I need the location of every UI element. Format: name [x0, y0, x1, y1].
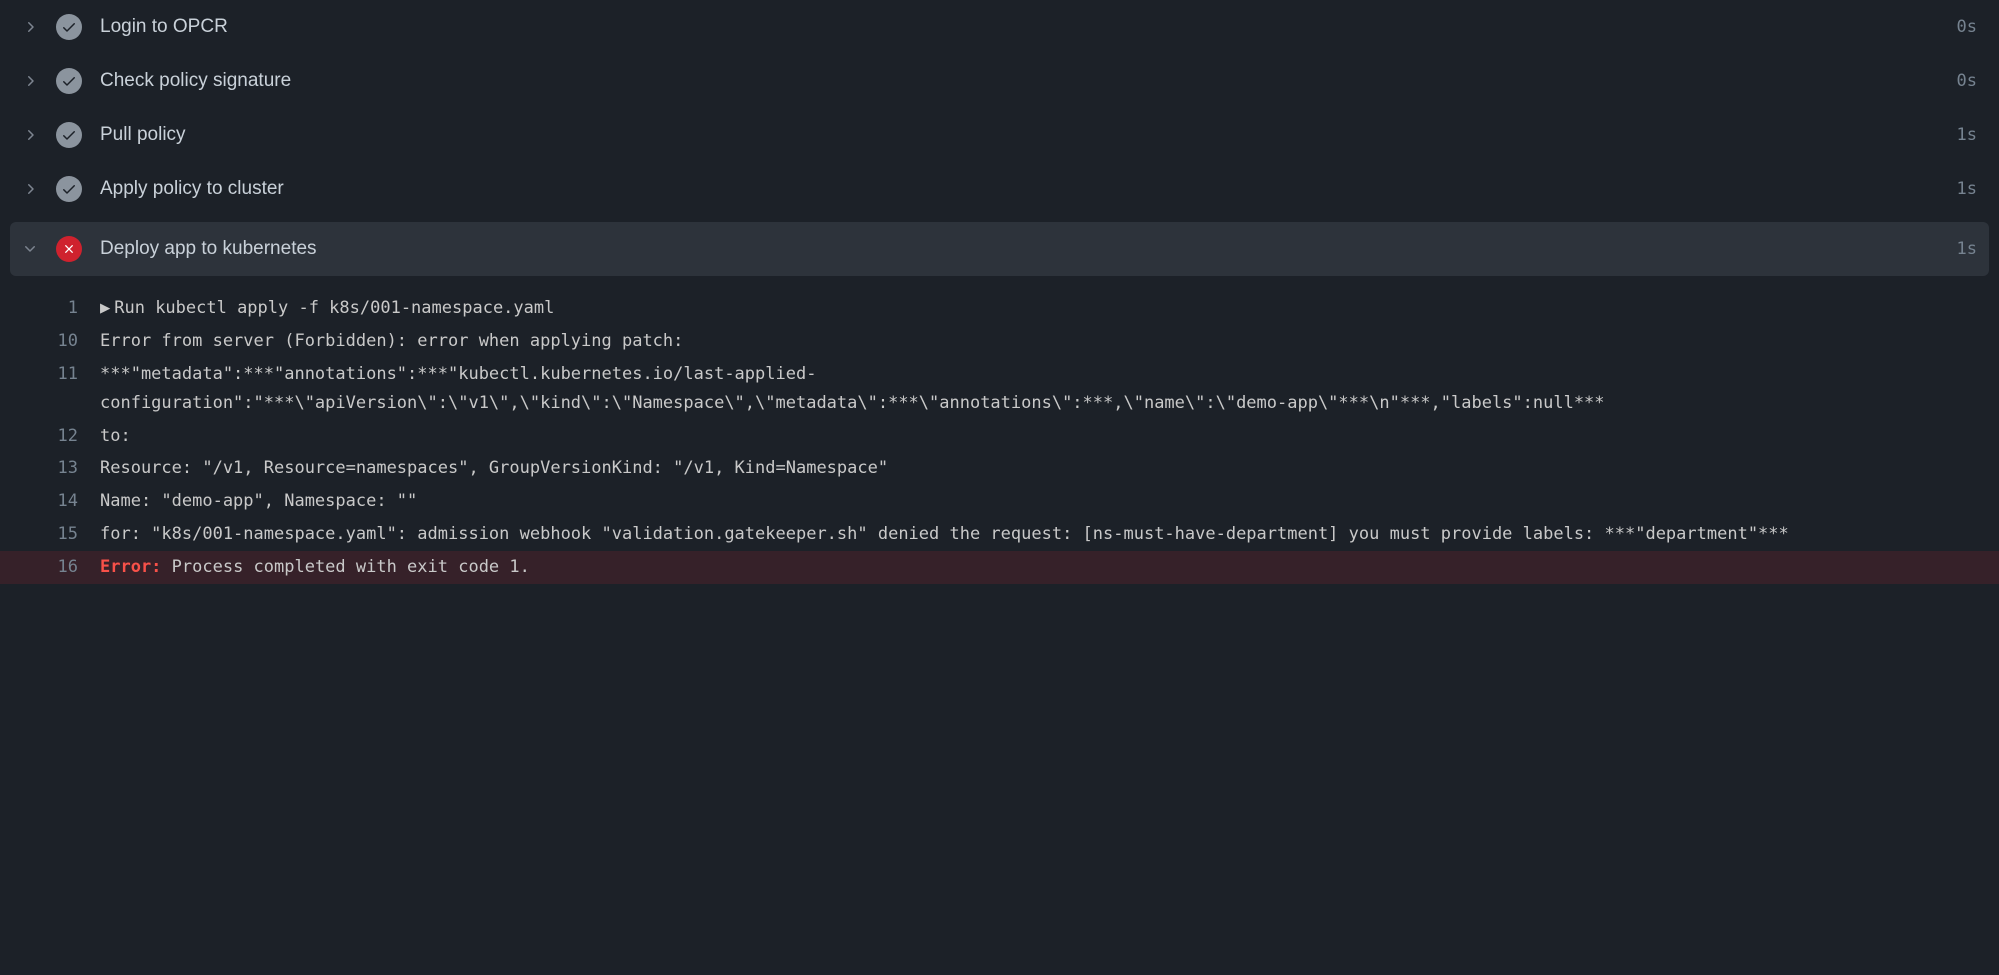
- line-number: 12: [0, 422, 100, 451]
- step-duration: 0s: [1957, 71, 1977, 91]
- chevron-right-icon[interactable]: [22, 181, 38, 197]
- check-icon: [56, 14, 82, 40]
- check-icon: [56, 68, 82, 94]
- step-row[interactable]: Apply policy to cluster 1s: [0, 162, 1999, 216]
- chevron-right-icon[interactable]: [22, 127, 38, 143]
- step-label: Deploy app to kubernetes: [100, 238, 1939, 260]
- log-output: 1▶Run kubectl apply -f k8s/001-namespace…: [0, 282, 1999, 584]
- step-row[interactable]: Login to OPCR 0s: [0, 0, 1999, 54]
- log-line: 11***"metadata":***"annotations":***"kub…: [0, 358, 1999, 420]
- run-marker-icon[interactable]: ▶: [100, 294, 110, 323]
- log-line: 15for: "k8s/001-namespace.yaml": admissi…: [0, 518, 1999, 551]
- step-row[interactable]: Deploy app to kubernetes 1s: [10, 222, 1989, 276]
- step-label: Apply policy to cluster: [100, 178, 1939, 200]
- log-line: 16Error: Process completed with exit cod…: [0, 551, 1999, 584]
- workflow-step-list: Login to OPCR 0s Check policy signature 0s P…: [0, 0, 1999, 276]
- line-content: Resource: "/v1, Resource=namespaces", Gr…: [100, 454, 1999, 483]
- line-number: 16: [0, 553, 100, 582]
- chevron-right-icon[interactable]: [22, 73, 38, 89]
- step-label: Pull policy: [100, 124, 1939, 146]
- line-number: 10: [0, 327, 100, 356]
- line-number: 13: [0, 454, 100, 483]
- line-content: to:: [100, 422, 1999, 451]
- check-icon: [56, 122, 82, 148]
- log-line: 14Name: "demo-app", Namespace: "": [0, 485, 1999, 518]
- chevron-right-icon[interactable]: [22, 19, 38, 35]
- x-icon: [56, 236, 82, 262]
- log-line: 12to:: [0, 420, 1999, 453]
- step-label: Check policy signature: [100, 70, 1939, 92]
- line-number: 1: [0, 294, 100, 323]
- line-content: for: "k8s/001-namespace.yaml": admission…: [100, 520, 1999, 549]
- step-label: Login to OPCR: [100, 16, 1939, 38]
- line-content: Error: Process completed with exit code …: [100, 553, 1999, 582]
- check-icon: [56, 176, 82, 202]
- line-content: ▶Run kubectl apply -f k8s/001-namespace.…: [100, 294, 1999, 323]
- step-duration: 1s: [1957, 125, 1977, 145]
- line-content: Error from server (Forbidden): error whe…: [100, 327, 1999, 356]
- line-content: Name: "demo-app", Namespace: "": [100, 487, 1999, 516]
- step-row[interactable]: Check policy signature 0s: [0, 54, 1999, 108]
- line-content: ***"metadata":***"annotations":***"kubec…: [100, 360, 1999, 418]
- log-line: 10Error from server (Forbidden): error w…: [0, 325, 1999, 358]
- line-number: 14: [0, 487, 100, 516]
- line-number: 11: [0, 360, 100, 418]
- line-number: 15: [0, 520, 100, 549]
- step-row[interactable]: Pull policy 1s: [0, 108, 1999, 162]
- step-duration: 1s: [1957, 239, 1977, 259]
- step-duration: 0s: [1957, 17, 1977, 37]
- log-line: 13Resource: "/v1, Resource=namespaces", …: [0, 452, 1999, 485]
- step-duration: 1s: [1957, 179, 1977, 199]
- error-prefix: Error:: [100, 557, 172, 577]
- chevron-down-icon[interactable]: [22, 241, 38, 257]
- log-line: 1▶Run kubectl apply -f k8s/001-namespace…: [0, 292, 1999, 325]
